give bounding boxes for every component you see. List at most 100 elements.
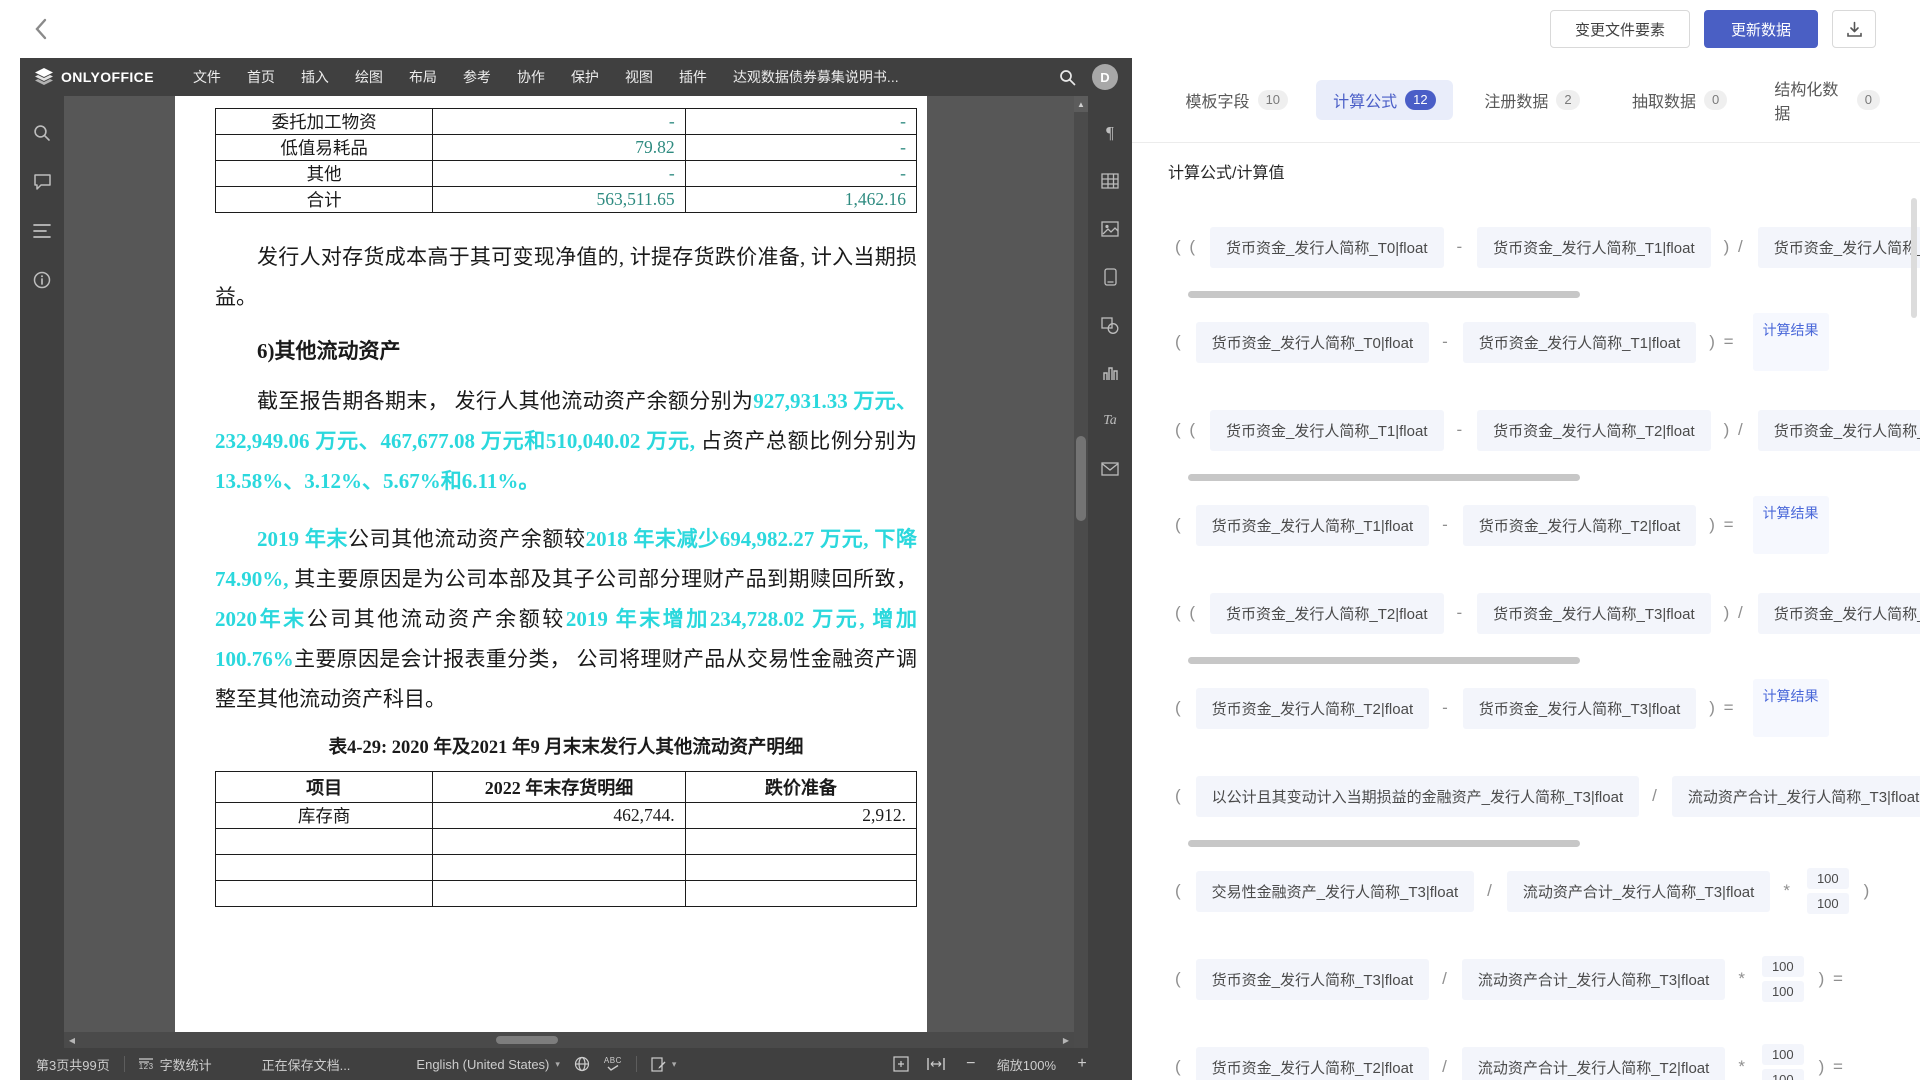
field-pill[interactable]: 货币资金_发行人简称_T2|float	[1196, 688, 1429, 729]
track-changes-button[interactable]: ▾	[651, 1057, 677, 1072]
field-pill[interactable]: 货币资金_发行人简称_T1|float	[1463, 322, 1696, 363]
zoom-level-label[interactable]: 缩放100%	[997, 1055, 1056, 1074]
textart-settings-icon[interactable]: Ta	[1099, 410, 1121, 432]
mail-merge-icon[interactable]	[1099, 458, 1121, 480]
data-panel: 模板字段10计算公式12注册数据2抽取数据0结构化数据0 计算公式/计算值 ( …	[1132, 58, 1920, 1080]
field-pill[interactable]: 流动资产合计_发行人简称_T3|float	[1462, 959, 1725, 1000]
menu-item-4[interactable]: 布局	[396, 58, 450, 96]
field-pill[interactable]: 货币资金_发行人简称_T3|float	[1758, 593, 1920, 634]
menu-item-1[interactable]: 首页	[234, 58, 288, 96]
word-count-button[interactable]: 123 字数统计	[139, 1055, 212, 1074]
page-number-label[interactable]: 第3页共99页	[36, 1055, 110, 1074]
fit-page-button[interactable]	[893, 1056, 909, 1072]
editor-region: ONLYOFFICE 文件首页插入绘图布局参考协作保护视图插件达观数据债券募集说…	[20, 58, 1132, 1080]
formula-operator: /	[1442, 1057, 1449, 1077]
tab-0[interactable]: 模板字段10	[1168, 80, 1306, 120]
language-selector[interactable]: English (United States) ▾	[416, 1057, 559, 1072]
back-button[interactable]	[28, 18, 54, 40]
field-pill[interactable]: 流动资产合计_发行人简称_T2|float	[1462, 1047, 1725, 1080]
field-pill[interactable]: 货币资金_发行人简称_T1|float	[1196, 505, 1429, 546]
table-row: 委托加工物资--	[216, 109, 917, 135]
field-pill[interactable]: 货币资金_发行人简称_T2|float	[1196, 1047, 1429, 1080]
tab-1[interactable]: 计算公式12	[1316, 80, 1454, 120]
image-settings-icon[interactable]	[1099, 218, 1121, 240]
hscroll-thumb[interactable]	[496, 1036, 558, 1044]
field-pill[interactable]: 货币资金_发行人简称_T1|float	[1210, 410, 1443, 451]
group-divider	[1188, 474, 1580, 481]
field-pill[interactable]: 货币资金_发行人简称_T2|float	[1463, 505, 1696, 546]
menu-item-3[interactable]: 绘图	[342, 58, 396, 96]
fit-width-button[interactable]	[927, 1057, 945, 1071]
shape-settings-icon[interactable]	[1099, 314, 1121, 336]
horizontal-scrollbar[interactable]: ◀ ▶	[64, 1032, 1074, 1048]
tab-3[interactable]: 抽取数据0	[1611, 80, 1749, 120]
tab-label: 抽取数据	[1632, 88, 1696, 112]
vertical-scrollbar[interactable]: ▲	[1074, 96, 1088, 1048]
value-cell	[685, 829, 916, 855]
field-pill[interactable]: 货币资金_发行人简称_T1|float	[1758, 227, 1920, 268]
menubar-right: D	[1059, 64, 1122, 90]
vscroll-thumb[interactable]	[1076, 436, 1086, 521]
menu-item-9[interactable]: 插件	[666, 58, 720, 96]
tab-2[interactable]: 注册数据2	[1463, 80, 1601, 120]
navigation-icon[interactable]	[31, 220, 53, 242]
menu-item-5[interactable]: 参考	[450, 58, 504, 96]
table-row: 其他--	[216, 161, 917, 187]
zoom-in-button[interactable]: +	[1074, 1055, 1090, 1073]
field-pill[interactable]: 货币资金_发行人简称_T1|float	[1477, 227, 1710, 268]
update-data-button[interactable]: 更新数据	[1704, 10, 1818, 48]
zoom-out-button[interactable]: −	[963, 1055, 979, 1073]
formula-operator: (	[1175, 881, 1183, 901]
paragraph-settings-icon[interactable]: ¶	[1099, 122, 1121, 144]
menu-item-8[interactable]: 视图	[612, 58, 666, 96]
menu-item-2[interactable]: 插入	[288, 58, 342, 96]
table-settings-icon[interactable]	[1099, 170, 1121, 192]
find-icon[interactable]	[31, 122, 53, 144]
menu-item-6[interactable]: 协作	[504, 58, 558, 96]
formula-operator: /	[1487, 881, 1494, 901]
search-icon[interactable]	[1059, 69, 1076, 86]
chart-settings-icon[interactable]	[1099, 362, 1121, 384]
value-cell: -	[685, 109, 916, 135]
formula-operator: -	[1442, 332, 1450, 352]
menu-item-10[interactable]: 达观数据债券募集说明书...	[720, 58, 912, 96]
field-pill[interactable]: 货币资金_发行人简称_T0|float	[1196, 322, 1429, 363]
menu-item-0[interactable]: 文件	[180, 58, 234, 96]
field-pill[interactable]: 以公计且其变动计入当期损益的金融资产_发行人简称_T3|float	[1196, 776, 1639, 817]
field-pill[interactable]: 货币资金_发行人简称_T2|float	[1477, 410, 1710, 451]
field-pill[interactable]: 货币资金_发行人简称_T0|float	[1210, 227, 1443, 268]
document-language-button[interactable]	[574, 1056, 590, 1072]
document-page[interactable]: 委托加工物资--低值易耗品79.82-其他--合计563,511.651,462…	[175, 96, 927, 1032]
field-pill[interactable]: 货币资金_发行人简称_T2|float	[1210, 593, 1443, 634]
panel-scrollbar[interactable]	[1911, 198, 1917, 318]
onlyoffice-logo-icon	[34, 68, 54, 86]
scroll-left-arrow-icon[interactable]: ◀	[64, 1032, 80, 1048]
field-pill[interactable]: 货币资金_发行人简称_T3|float	[1196, 959, 1429, 1000]
formula-row: (货币资金_发行人简称_T2|float-货币资金_发行人简称_T3|float…	[1168, 664, 1920, 752]
header-footer-settings-icon[interactable]	[1099, 266, 1121, 288]
field-pill[interactable]: 货币资金_发行人简称_T3|float	[1477, 593, 1710, 634]
row-label-cell	[216, 829, 433, 855]
scroll-right-arrow-icon[interactable]: ▶	[1058, 1032, 1074, 1048]
value-cell: 563,511.65	[433, 187, 685, 213]
scroll-up-arrow-icon[interactable]: ▲	[1074, 96, 1088, 112]
field-pill[interactable]: 流动资产合计_发行人简称_T3|float	[1507, 871, 1770, 912]
formula-operator: -	[1442, 698, 1450, 718]
group-divider	[1188, 291, 1580, 298]
field-pill[interactable]: 流动资产合计_发行人简称_T3|float	[1672, 776, 1920, 817]
table-row: 合计563,511.651,462.16	[216, 187, 917, 213]
tab-label: 模板字段	[1186, 88, 1250, 112]
info-icon[interactable]	[31, 269, 53, 291]
download-button[interactable]	[1832, 10, 1876, 48]
tab-4[interactable]: 结构化数据0	[1758, 68, 1896, 132]
row-label-cell: 委托加工物资	[216, 109, 433, 135]
field-pill[interactable]: 货币资金_发行人简称_T2|float	[1758, 410, 1920, 451]
onlyoffice-logo: ONLYOFFICE	[34, 68, 154, 86]
comments-icon[interactable]	[31, 171, 53, 193]
field-pill[interactable]: 货币资金_发行人简称_T3|float	[1463, 688, 1696, 729]
menu-item-7[interactable]: 保护	[558, 58, 612, 96]
change-file-elements-button[interactable]: 变更文件要素	[1550, 10, 1690, 48]
spellcheck-button[interactable]: ABC	[604, 1057, 622, 1071]
avatar[interactable]: D	[1092, 64, 1118, 90]
field-pill[interactable]: 交易性金融资产_发行人简称_T3|float	[1196, 871, 1474, 912]
